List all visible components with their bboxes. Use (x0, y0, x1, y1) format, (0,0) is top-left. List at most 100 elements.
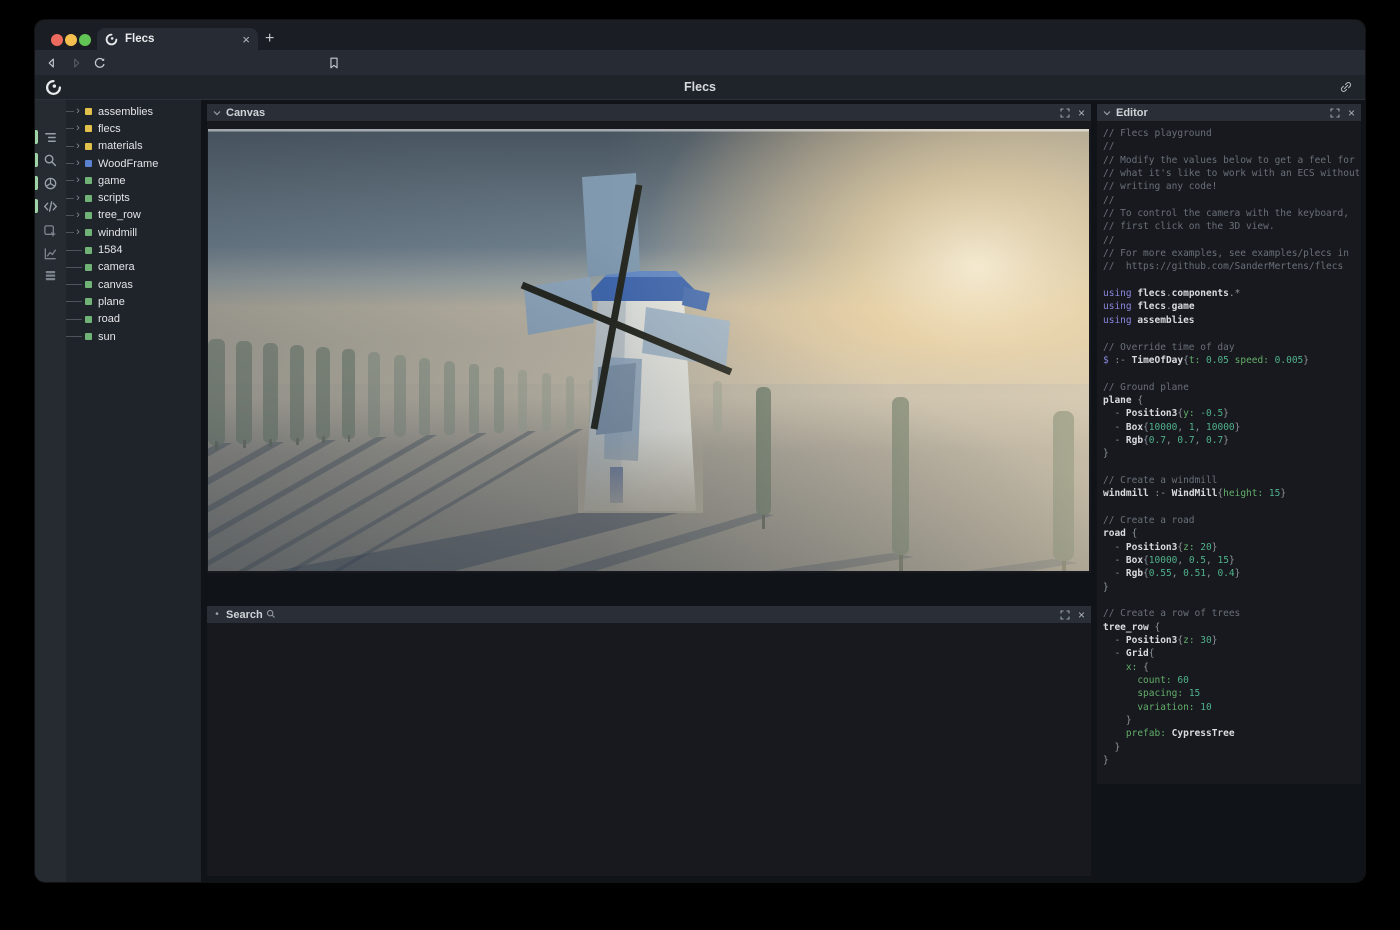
tree-item-label: camera (98, 261, 135, 273)
back-button[interactable] (45, 56, 59, 70)
tree-guide-line (66, 267, 82, 268)
browser-tab[interactable]: Flecs × (97, 28, 258, 50)
zoom-window-button[interactable] (79, 34, 91, 46)
code-editor[interactable]: // Flecs playground//// Modify the value… (1103, 127, 1359, 780)
tree-item[interactable]: road (66, 311, 201, 328)
tree-item[interactable]: plane (66, 293, 201, 310)
code-line: // Flecs playground (1103, 127, 1359, 140)
log-list-icon[interactable] (35, 264, 66, 286)
active-indicator (35, 153, 38, 167)
query-search-icon[interactable] (35, 149, 66, 171)
code-line: // Create a windmill (1103, 474, 1359, 487)
active-indicator (35, 176, 38, 190)
canvas-panel-header[interactable]: Canvas × (207, 104, 1091, 121)
code-line: // Ground plane (1103, 381, 1359, 394)
tree-item[interactable]: sun (66, 328, 201, 345)
code-line: // what it's like to work with an ECS wi… (1103, 167, 1359, 180)
tree-guide-line (66, 180, 74, 181)
editor-panel-title: Editor (1116, 107, 1325, 119)
tree-item-label: plane (98, 296, 125, 308)
code-line: // Override time of day (1103, 341, 1359, 354)
code-line: - Rgb{0.7, 0.7, 0.7} (1103, 434, 1359, 447)
chevron-down-icon[interactable] (213, 109, 221, 117)
tab-title: Flecs (125, 33, 235, 45)
fullscreen-icon[interactable] (1060, 610, 1070, 620)
tree-guide-line (66, 128, 74, 129)
entity-color-square (85, 195, 92, 202)
tree-item-label: flecs (98, 123, 121, 135)
code-line: } (1103, 581, 1359, 594)
expand-chevron-icon[interactable]: › (74, 158, 82, 169)
fullscreen-icon[interactable] (1060, 108, 1070, 118)
code-line (1103, 501, 1359, 514)
fullscreen-icon[interactable] (1330, 108, 1340, 118)
tree-item[interactable]: canvas (66, 276, 201, 293)
code-line: // writing any code! (1103, 180, 1359, 193)
expand-chevron-icon[interactable]: › (74, 193, 82, 204)
expand-chevron-icon[interactable]: › (74, 175, 82, 186)
editor-panel: Editor × // Flecs playground//// Modify … (1097, 104, 1361, 784)
code-line (1103, 461, 1359, 474)
close-icon[interactable]: × (1348, 107, 1355, 119)
tree-guide-line (66, 163, 74, 164)
tree-item[interactable]: ›game (66, 172, 201, 189)
reload-button[interactable] (93, 56, 107, 70)
tree-item[interactable]: ›windmill (66, 224, 201, 241)
entity-tree-icon[interactable] (35, 126, 66, 148)
search-panel-body (207, 623, 1091, 876)
share-link-icon[interactable] (1339, 80, 1353, 94)
app-content: › assemblies › flecs ›materials›WoodFrame›ga… (35, 100, 1365, 882)
tab-close-icon[interactable]: × (242, 33, 250, 46)
forward-button[interactable] (69, 56, 83, 70)
code-line: - Box{10000, 0.5, 15} (1103, 554, 1359, 567)
code-line: // Modify the values below to get a feel… (1103, 154, 1359, 167)
minimize-window-button[interactable] (65, 34, 77, 46)
tree-item[interactable]: › flecs (66, 120, 201, 137)
canvas-3d-view[interactable] (208, 129, 1089, 571)
code-line: tree_row { (1103, 621, 1359, 634)
tree-item[interactable]: ›tree_row (66, 207, 201, 224)
collapsed-bullet-icon[interactable]: • (213, 609, 221, 620)
close-icon[interactable]: × (1078, 609, 1085, 621)
stats-chart-icon[interactable] (35, 242, 66, 264)
expand-chevron-icon[interactable]: › (74, 227, 82, 238)
close-icon[interactable]: × (1078, 107, 1085, 119)
tree-guide-line (66, 232, 74, 233)
expand-chevron-icon[interactable]: › (74, 106, 82, 117)
search-panel-header[interactable]: • Search × (207, 606, 1091, 623)
code-line: variation: 10 (1103, 701, 1359, 714)
entity-color-square (85, 333, 92, 340)
chevron-down-icon[interactable] (1103, 109, 1111, 117)
tree-item[interactable]: ›materials (66, 138, 201, 155)
code-editor-icon[interactable] (35, 195, 66, 217)
editor-panel-header[interactable]: Editor × (1097, 104, 1361, 121)
canvas-3d-icon[interactable] (35, 172, 66, 194)
inspector-icon[interactable] (35, 220, 66, 242)
tree-guide-line (66, 146, 74, 147)
close-window-button[interactable] (51, 34, 63, 46)
code-line: } (1103, 741, 1359, 754)
code-line: plane { (1103, 394, 1359, 407)
expand-chevron-icon[interactable]: › (74, 141, 82, 152)
code-line: - Grid{ (1103, 647, 1359, 660)
tree-item[interactable]: ›WoodFrame (66, 155, 201, 172)
entity-color-square (85, 160, 92, 167)
tree-item[interactable]: camera (66, 259, 201, 276)
search-icon (266, 609, 276, 619)
code-line: using assemblies (1103, 314, 1359, 327)
expand-chevron-icon[interactable]: › (74, 210, 82, 221)
new-tab-button[interactable]: + (265, 28, 274, 50)
bookmark-icon[interactable] (327, 56, 341, 70)
windmill-scene (208, 129, 1089, 571)
tree-item-label: assemblies (98, 106, 153, 118)
code-line: windmill :- WindMill{height: 15} (1103, 487, 1359, 500)
code-line: - Position3{z: 20} (1103, 541, 1359, 554)
app-header: Flecs (35, 75, 1365, 100)
tree-item[interactable]: 1584 (66, 241, 201, 258)
tree-item[interactable]: › assemblies (66, 103, 201, 120)
entity-color-square (85, 316, 92, 323)
code-line (1103, 594, 1359, 607)
search-panel-title: Search (226, 609, 1055, 621)
expand-chevron-icon[interactable]: › (74, 123, 82, 134)
tree-item[interactable]: ›scripts (66, 189, 201, 206)
